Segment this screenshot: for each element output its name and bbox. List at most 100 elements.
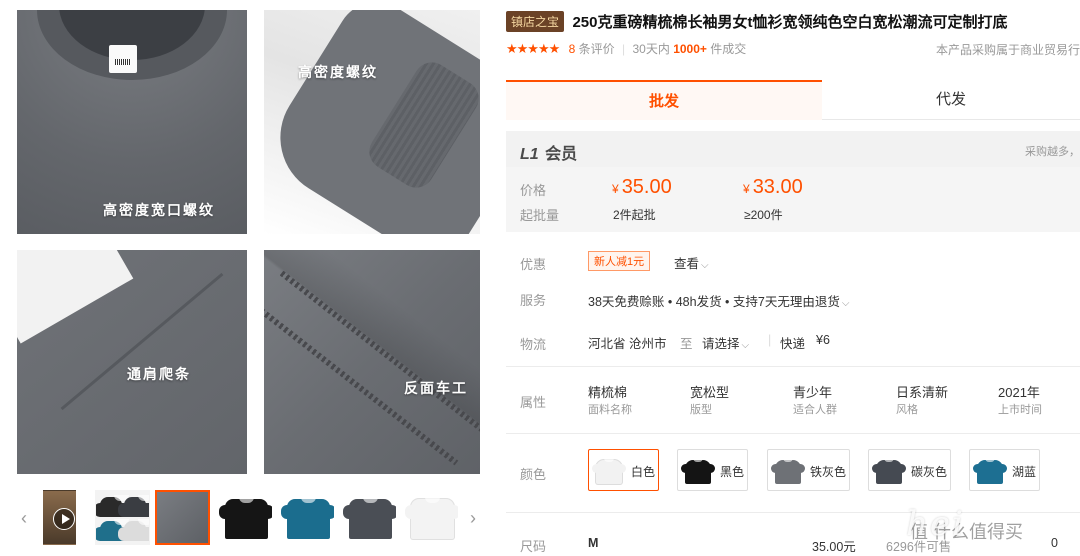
color-name: 白色 bbox=[631, 465, 656, 479]
divider bbox=[506, 512, 1080, 513]
member-hint: 采购越多， bbox=[1025, 146, 1080, 158]
main-image-shoulder[interactable]: 通肩爬条 bbox=[17, 250, 247, 474]
thumbnail-detail-active[interactable] bbox=[155, 490, 210, 545]
express-label: 快递 bbox=[780, 337, 806, 351]
tab-wholesale[interactable]: 批发 bbox=[506, 80, 822, 120]
ship-origin: 河北省 沧州市 bbox=[588, 337, 667, 351]
tab-dropship[interactable]: 代发 bbox=[822, 80, 1080, 120]
prev-arrow-icon[interactable]: ‹ bbox=[17, 508, 31, 529]
divider bbox=[506, 433, 1080, 434]
main-image-stitching[interactable]: 反面车工 bbox=[264, 250, 480, 474]
price-label: 价格 bbox=[520, 183, 547, 198]
tshirt-icon bbox=[592, 458, 626, 484]
thumbnail-white[interactable] bbox=[404, 490, 459, 545]
color-name: 黑色 bbox=[720, 465, 745, 479]
thumbnail-lake-blue[interactable] bbox=[280, 490, 335, 545]
size-label: 尺码 bbox=[520, 539, 547, 554]
promo-view-link[interactable]: 查看 ⌵ bbox=[674, 253, 709, 272]
sales-suffix: 件成交 bbox=[710, 42, 747, 56]
product-gallery: 高密度宽口螺纹 高密度螺纹 通肩爬条 反面车工 ‹ › bbox=[0, 0, 485, 556]
attr-key: 面料名称 bbox=[588, 404, 632, 416]
service-label: 服务 bbox=[520, 293, 547, 308]
attr-key: 上市时间 bbox=[998, 404, 1042, 416]
sales-value: 1000+ bbox=[673, 42, 707, 56]
tshirt-icon bbox=[281, 497, 334, 539]
tshirt-icon bbox=[771, 458, 805, 484]
attr-value: 宽松型 bbox=[690, 385, 730, 400]
image-caption: 高密度螺纹 bbox=[298, 64, 378, 80]
tshirt-icon bbox=[118, 495, 149, 517]
color-option-iron-gray[interactable]: 铁灰色 bbox=[767, 449, 850, 491]
color-name: 铁灰色 bbox=[810, 465, 847, 479]
thumbnail-carbon-gray[interactable] bbox=[342, 490, 397, 545]
tshirt-icon bbox=[118, 519, 149, 541]
attr-value: 2021年 bbox=[998, 385, 1040, 400]
size-value[interactable]: M bbox=[588, 536, 598, 550]
color-swatch bbox=[973, 454, 1007, 486]
tier-price-1: ¥35.00 bbox=[612, 176, 672, 198]
chevron-down-icon: ⌵ bbox=[841, 298, 850, 309]
watermark-logo: hei bbox=[906, 504, 965, 544]
moq-label: 起批量 bbox=[520, 208, 560, 223]
image-caption: 高密度宽口螺纹 bbox=[103, 202, 215, 218]
promo-label: 优惠 bbox=[520, 257, 547, 272]
shoulder-graphic bbox=[17, 250, 134, 344]
color-name: 碳灰色 bbox=[911, 465, 948, 479]
color-swatch bbox=[771, 454, 805, 486]
star-rating-icon: ★★★★★ bbox=[506, 41, 560, 56]
color-swatch bbox=[592, 454, 626, 486]
logistics-label: 物流 bbox=[520, 337, 547, 352]
attr-key: 适合人群 bbox=[793, 404, 837, 416]
color-swatch bbox=[872, 454, 906, 486]
main-image-collar[interactable]: 高密度宽口螺纹 bbox=[17, 10, 247, 234]
attr-value: 青少年 bbox=[793, 385, 833, 400]
tshirt-icon bbox=[681, 458, 715, 484]
divider bbox=[506, 366, 1080, 367]
image-caption: 反面车工 bbox=[404, 380, 468, 396]
compliance-note: 本产品采购属于商业贸易行 bbox=[935, 43, 1080, 57]
title-row: 镇店之宝 250克重磅精梳棉长袖男女t恤衫宽领纯色空白宽松潮流可定制打底 bbox=[506, 11, 1008, 33]
color-option-black[interactable]: 黑色 bbox=[677, 449, 748, 491]
service-text[interactable]: 38天免费赊账 • 48h发货 • 支持7天无理由退货 ⌵ bbox=[588, 291, 849, 310]
attributes-label: 属性 bbox=[520, 395, 547, 410]
play-icon bbox=[53, 508, 75, 530]
image-caption: 通肩爬条 bbox=[127, 366, 191, 382]
price-box: 价格 起批量 ¥35.00 2件起批 ¥33.00 ≥200件 bbox=[506, 167, 1080, 232]
ship-to-label: 至 bbox=[680, 337, 693, 351]
color-swatch bbox=[681, 454, 715, 486]
color-name: 湖蓝 bbox=[1012, 465, 1037, 479]
color-option-white[interactable]: 白色 bbox=[588, 449, 659, 491]
tier-condition-2: ≥200件 bbox=[744, 208, 783, 222]
thumbnail-black[interactable] bbox=[218, 490, 273, 545]
color-label: 颜色 bbox=[520, 467, 547, 482]
separator: | bbox=[622, 42, 626, 56]
destination-select[interactable]: 请选择 ⌵ bbox=[702, 333, 749, 352]
attr-value: 日系清新 bbox=[896, 385, 949, 400]
purchase-mode-tabs: 批发 代发 bbox=[506, 80, 1080, 120]
tshirt-icon bbox=[872, 458, 906, 484]
chevron-down-icon: ⌵ bbox=[701, 260, 709, 271]
member-level: L1 会员 bbox=[520, 140, 577, 164]
attr-value: 精梳棉 bbox=[588, 385, 628, 400]
tier-price-2: ¥33.00 bbox=[743, 176, 803, 198]
review-label[interactable]: 条评价 bbox=[579, 42, 615, 56]
garment-tag-graphic bbox=[109, 45, 137, 73]
attr-key: 版型 bbox=[690, 404, 712, 416]
tier-condition-1: 2件起批 bbox=[613, 208, 656, 222]
member-level-label: 会员 bbox=[545, 146, 578, 163]
thumbnail-multi[interactable] bbox=[95, 490, 150, 545]
next-arrow-icon[interactable]: › bbox=[466, 508, 480, 529]
rating-row: ★★★★★ 8 条评价 | 30天内 1000+ 件成交 本产品采购属于商业贸易… bbox=[506, 40, 1080, 58]
main-image-cuff[interactable]: 高密度螺纹 bbox=[264, 10, 480, 234]
review-count[interactable]: 8 bbox=[569, 42, 576, 56]
color-option-carbon-gray[interactable]: 碳灰色 bbox=[868, 449, 951, 491]
tshirt-icon bbox=[973, 458, 1007, 484]
thumbnail-video[interactable] bbox=[43, 490, 76, 545]
chevron-down-icon: ⌵ bbox=[741, 340, 750, 351]
tshirt-icon bbox=[405, 497, 458, 539]
quantity-input[interactable]: 0 bbox=[1051, 536, 1058, 550]
size-price: 35.00元 bbox=[812, 540, 856, 554]
product-title: 250克重磅精梳棉长袖男女t恤衫宽领纯色空白宽松潮流可定制打底 bbox=[572, 14, 1008, 31]
color-option-lake-blue[interactable]: 湖蓝 bbox=[969, 449, 1040, 491]
new-user-discount-tag: 新人减1元 bbox=[588, 251, 651, 271]
